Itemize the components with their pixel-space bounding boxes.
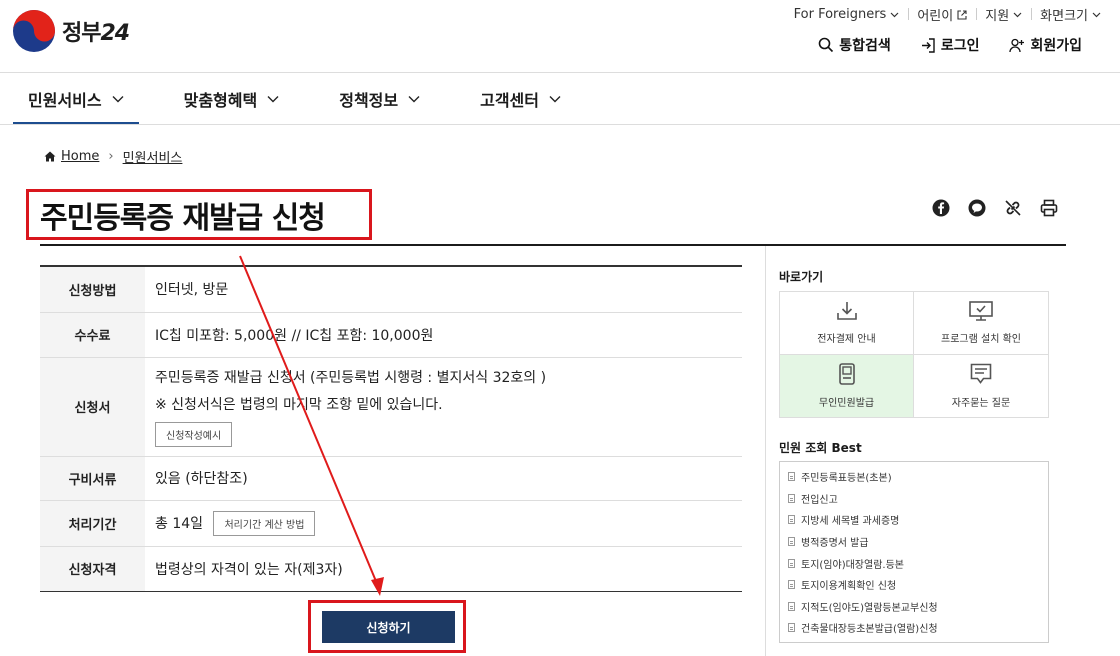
form-line-1: 주민등록증 재발급 신청서 (주민등록법 시행령 : 별지서식 32호의 ) bbox=[155, 369, 547, 386]
kiosk-icon bbox=[838, 362, 855, 385]
sidebar-divider bbox=[765, 246, 766, 656]
row-label-qualify: 신청자격 bbox=[40, 546, 145, 591]
table-row: 수수료 IC칩 미포함: 5,000원 // IC칩 포함: 10,000원 bbox=[40, 312, 742, 357]
shortcut-faq[interactable]: 자주묻는 질문 bbox=[914, 355, 1048, 418]
chevron-down-icon bbox=[408, 96, 420, 103]
link-icon[interactable] bbox=[1004, 199, 1022, 217]
external-link-icon bbox=[957, 9, 967, 20]
gnb-custom-benefits[interactable]: 맞춤형혜택 bbox=[169, 73, 295, 125]
row-value-qualify: 법령상의 자격이 있는 자(제3자) bbox=[155, 561, 343, 578]
list-item[interactable]: 병적증명서 발급 bbox=[788, 531, 1048, 553]
quick-menu: 통합검색 로그인 회원가입 bbox=[818, 35, 1082, 55]
document-icon bbox=[788, 601, 795, 611]
row-label-period: 처리기간 bbox=[40, 500, 145, 546]
title-divider bbox=[40, 244, 1066, 246]
main-navigation: 민원서비스 맞춤형혜택 정책정보 고객센터 bbox=[13, 73, 606, 125]
gnb-customer-center[interactable]: 고객센터 bbox=[465, 73, 576, 125]
table-row: 신청방법 인터넷, 방문 bbox=[40, 266, 742, 312]
best-list: 주민등록표등본(초본) 전입신고 지방세 세목별 과세증명 병적증명서 발급 토… bbox=[779, 461, 1049, 643]
shortcut-grid: 전자결제 안내 프로그램 설치 확인 무인민원발급 자주묻는 질문 bbox=[779, 291, 1049, 418]
table-row: 신청자격 법령상의 자격이 있는 자(제3자) bbox=[40, 546, 742, 591]
logo-text: 정부24 bbox=[62, 21, 130, 46]
list-item[interactable]: 지적도(임야도)열람등본교부신청 bbox=[788, 596, 1048, 618]
signup-button[interactable]: 회원가입 bbox=[1009, 35, 1082, 55]
list-item[interactable]: 지방세 세목별 과세증명 bbox=[788, 509, 1048, 531]
page-title: 주민등록증 재발급 신청 bbox=[40, 201, 326, 236]
search-icon bbox=[818, 37, 834, 53]
list-item[interactable]: 토지(임야)대장열람.등본 bbox=[788, 552, 1048, 574]
user-add-icon bbox=[1009, 38, 1025, 52]
document-icon bbox=[788, 537, 795, 547]
form-example-button[interactable]: 신청작성예시 bbox=[155, 421, 233, 447]
shortcut-program-check[interactable]: 프로그램 설치 확인 bbox=[914, 292, 1048, 355]
document-icon bbox=[788, 580, 795, 590]
breadcrumb-home[interactable]: Home bbox=[44, 149, 99, 164]
document-icon bbox=[788, 472, 795, 482]
row-value-period: 총 14일 처리기간 계산 방법 bbox=[145, 500, 742, 546]
gnb-civil-service[interactable]: 민원서비스 bbox=[13, 73, 139, 125]
breadcrumb-separator: › bbox=[108, 149, 114, 164]
government-emblem-icon bbox=[13, 10, 55, 52]
list-item[interactable]: 건축물대장등초본발급(열람)신청 bbox=[788, 617, 1048, 639]
row-value-docs: 있음 (하단참조) bbox=[155, 471, 248, 487]
chevron-down-icon bbox=[267, 96, 279, 103]
period-calc-button[interactable]: 처리기간 계산 방법 bbox=[213, 510, 316, 536]
share-tools bbox=[932, 199, 1058, 217]
document-icon bbox=[788, 623, 795, 633]
form-line-2: ※ 신청서식은 법령의 마지막 조항 밑에 있습니다. bbox=[155, 396, 443, 413]
chevron-down-icon bbox=[549, 96, 561, 103]
download-icon bbox=[836, 301, 857, 320]
chevron-down-icon bbox=[1013, 12, 1022, 17]
row-label-fee: 수수료 bbox=[40, 312, 145, 357]
kakao-icon[interactable] bbox=[968, 199, 986, 217]
shortcut-title: 바로가기 bbox=[779, 270, 824, 284]
chevron-down-icon bbox=[112, 96, 124, 103]
document-icon bbox=[788, 515, 795, 525]
service-info-table: 신청방법 인터넷, 방문 수수료 IC칩 미포함: 5,000원 // IC칩 … bbox=[40, 265, 742, 592]
monitor-check-icon bbox=[969, 300, 993, 321]
breadcrumb: Home › 민원서비스 bbox=[44, 147, 182, 166]
gnb-bottom-divider bbox=[0, 124, 1120, 125]
util-foreigners[interactable]: For Foreigners bbox=[785, 7, 909, 22]
period-value: 총 14일 bbox=[155, 515, 204, 532]
list-item[interactable]: 주민등록표등본(초본) bbox=[788, 466, 1048, 488]
table-row: 구비서류 있음 (하단참조) bbox=[40, 456, 742, 500]
list-item[interactable]: 토지이용계획확인 신청 bbox=[788, 574, 1048, 596]
util-kids[interactable]: 어린이 bbox=[908, 5, 976, 24]
breadcrumb-current[interactable]: 민원서비스 bbox=[123, 147, 183, 166]
best-title: 민원 조회 Best bbox=[779, 441, 862, 455]
util-screen-size[interactable]: 화면크기 bbox=[1031, 5, 1110, 24]
print-icon[interactable] bbox=[1040, 199, 1058, 217]
chat-icon bbox=[970, 363, 992, 384]
row-label-docs: 구비서류 bbox=[40, 456, 145, 500]
logo[interactable]: 정부24 bbox=[12, 9, 130, 53]
row-value-fee: IC칩 미포함: 5,000원 // IC칩 포함: 10,000원 bbox=[155, 327, 434, 344]
facebook-icon[interactable] bbox=[932, 199, 950, 217]
utility-menu: For Foreigners 어린이 지원 화면크기 bbox=[785, 5, 1110, 24]
shortcut-e-payment[interactable]: 전자결제 안내 bbox=[780, 292, 914, 355]
util-support[interactable]: 지원 bbox=[976, 5, 1031, 24]
home-icon bbox=[44, 151, 56, 162]
search-button[interactable]: 통합검색 bbox=[818, 35, 891, 55]
login-icon bbox=[921, 37, 935, 53]
row-value-form: 주민등록증 재발급 신청서 (주민등록법 시행령 : 별지서식 32호의 ) ※… bbox=[145, 357, 742, 456]
row-value-method: 인터넷, 방문 bbox=[155, 282, 229, 299]
table-row: 신청서 주민등록증 재발급 신청서 (주민등록법 시행령 : 별지서식 32호의… bbox=[40, 357, 742, 456]
row-label-form: 신청서 bbox=[40, 357, 145, 456]
chevron-down-icon bbox=[890, 12, 899, 17]
apply-button[interactable]: 신청하기 bbox=[322, 611, 455, 643]
login-button[interactable]: 로그인 bbox=[921, 35, 979, 55]
shortcut-kiosk[interactable]: 무인민원발급 bbox=[780, 354, 914, 417]
list-item[interactable]: 전입신고 bbox=[788, 488, 1048, 510]
row-label-method: 신청방법 bbox=[40, 266, 145, 312]
gnb-policy-info[interactable]: 정책정보 bbox=[324, 73, 435, 125]
document-icon bbox=[788, 493, 795, 503]
chevron-down-icon bbox=[1092, 12, 1101, 17]
table-row: 처리기간 총 14일 처리기간 계산 방법 bbox=[40, 500, 742, 546]
document-icon bbox=[788, 558, 795, 568]
